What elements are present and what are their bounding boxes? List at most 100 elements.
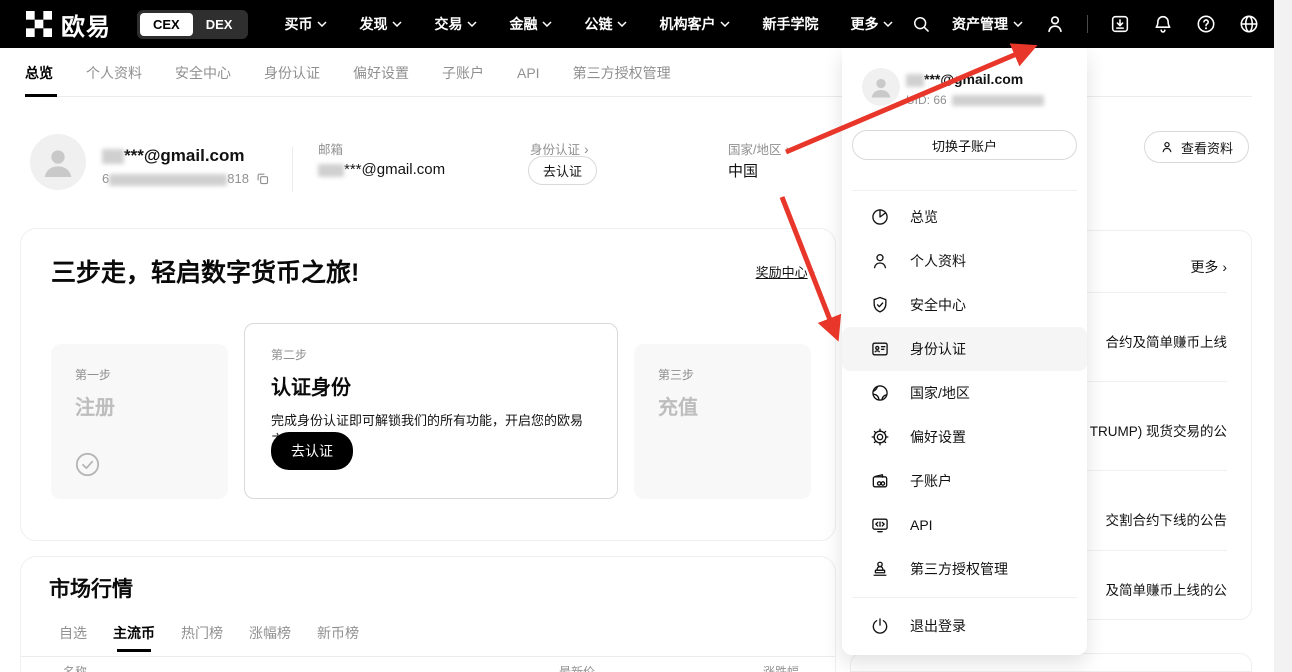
dropdown-avatar bbox=[862, 68, 900, 106]
avatar-person-icon bbox=[38, 142, 78, 182]
nav-buy-crypto[interactable]: 买币 bbox=[284, 14, 327, 34]
copy-icon[interactable] bbox=[255, 171, 270, 186]
help-icon[interactable] bbox=[1195, 13, 1217, 35]
menu-item-subaccounts[interactable]: 子账户 bbox=[842, 459, 1087, 503]
tab-identity-verification[interactable]: 身份认证 bbox=[264, 49, 320, 97]
menu-item-personal-info[interactable]: 个人资料 bbox=[842, 239, 1087, 283]
go-verify-button[interactable]: 去认证 bbox=[528, 156, 597, 185]
menu-item-preferences[interactable]: 偏好设置 bbox=[842, 415, 1087, 459]
tab-third-party[interactable]: 第三方授权管理 bbox=[573, 49, 671, 97]
menu-item-country-region[interactable]: 国家/地区 bbox=[842, 371, 1087, 415]
reward-center-link[interactable]: 奖励中心› bbox=[756, 262, 815, 281]
go-verify-cta-button[interactable]: 去认证 bbox=[271, 432, 353, 470]
gear-icon bbox=[870, 427, 890, 447]
tab-api[interactable]: API bbox=[517, 49, 540, 97]
account-dropdown-panel: ***@gmail.com UID: 66 切换子账户 总览 个人资料 安全中心… bbox=[842, 48, 1087, 655]
chevron-down-icon bbox=[317, 21, 327, 27]
menu-item-overview[interactable]: 总览 bbox=[842, 195, 1087, 239]
dropdown-uid: UID: 66 bbox=[906, 93, 1044, 107]
person-icon bbox=[1160, 140, 1174, 154]
download-app-icon[interactable] bbox=[1109, 13, 1131, 35]
step-title: 充值 bbox=[658, 391, 787, 420]
market-tab-favorites[interactable]: 自选 bbox=[59, 623, 87, 643]
okx-logo[interactable]: 欧易 bbox=[26, 7, 111, 42]
step-card-verify: 第二步 认证身份 完成身份认证即可解锁我们的所有功能，开启您的欧易之旅。 去认证 bbox=[244, 323, 618, 499]
menu-item-security-center[interactable]: 安全中心 bbox=[842, 283, 1087, 327]
chevron-right-icon: › bbox=[1222, 259, 1227, 275]
market-tabs-divider bbox=[21, 656, 836, 657]
announcement-item[interactable]: 合约及简单赚币上线 bbox=[1106, 331, 1228, 351]
step-title: 注册 bbox=[75, 391, 204, 420]
tab-security-center[interactable]: 安全中心 bbox=[175, 49, 231, 97]
tab-subaccounts[interactable]: 子账户 bbox=[442, 49, 484, 97]
announcement-item[interactable]: 交割合约下线的公告 bbox=[1106, 509, 1228, 529]
nav-finance[interactable]: 金融 bbox=[509, 14, 552, 34]
dropdown-menu: 总览 个人资料 安全中心 身份认证 国家/地区 偏好设置 bbox=[842, 195, 1087, 591]
notifications-bell-icon[interactable] bbox=[1152, 13, 1174, 35]
column-header-change: 涨跌幅 bbox=[763, 663, 799, 672]
chevron-down-icon bbox=[883, 21, 893, 27]
nav-discover[interactable]: 发现 bbox=[359, 14, 402, 34]
market-tab-gainers[interactable]: 涨幅榜 bbox=[249, 623, 291, 643]
shield-check-icon bbox=[870, 295, 890, 315]
tab-preferences[interactable]: 偏好设置 bbox=[353, 49, 409, 97]
market-card: 市场行情 自选 主流币 热门榜 涨幅榜 新币榜 名称 最新价 涨跌幅 bbox=[20, 556, 836, 672]
toggle-dex[interactable]: DEX bbox=[193, 13, 246, 36]
nav-institutional[interactable]: 机构客户 bbox=[659, 14, 730, 34]
nav-trade[interactable]: 交易 bbox=[434, 14, 477, 34]
market-tab-new[interactable]: 新币榜 bbox=[317, 623, 359, 643]
chevron-down-icon bbox=[617, 21, 627, 27]
logo-text: 欧易 bbox=[61, 7, 111, 42]
power-icon bbox=[870, 616, 890, 636]
account-person-icon[interactable] bbox=[1044, 13, 1066, 35]
step-number: 第二步 bbox=[271, 346, 591, 363]
banner-title: 三步走，轻启数字货币之旅! bbox=[51, 253, 359, 289]
profile-uid: 6818 bbox=[102, 171, 270, 186]
onboarding-banner-card: 三步走，轻启数字货币之旅! 奖励中心› 第一步 注册 第二步 认证身份 完成身份… bbox=[20, 228, 836, 541]
nav-more[interactable]: 更多 bbox=[850, 14, 893, 34]
okx-logo-icon bbox=[26, 11, 52, 37]
switch-subaccount-button[interactable]: 切换子账户 bbox=[852, 130, 1077, 160]
step-title: 认证身份 bbox=[271, 371, 591, 400]
assets-management-menu[interactable]: 资产管理 bbox=[952, 14, 1023, 34]
tab-personal-info[interactable]: 个人资料 bbox=[86, 49, 142, 97]
redacted-text bbox=[906, 74, 924, 87]
menu-item-third-party-auth[interactable]: 第三方授权管理 bbox=[842, 547, 1087, 591]
view-profile-button[interactable]: 查看资料 bbox=[1144, 131, 1249, 163]
chevron-down-icon bbox=[542, 21, 552, 27]
column-header-last-price: 最新价 bbox=[559, 663, 595, 672]
scrollbar-track[interactable] bbox=[1274, 0, 1292, 672]
step-card-deposit: 第三步 充值 bbox=[634, 344, 811, 499]
profile-vertical-divider bbox=[292, 147, 293, 192]
avatar-person-icon bbox=[867, 73, 895, 101]
chevron-right-icon: › bbox=[584, 141, 589, 157]
search-icon[interactable] bbox=[911, 14, 931, 34]
globe-icon bbox=[870, 383, 890, 403]
chevron-down-icon bbox=[467, 21, 477, 27]
cex-dex-toggle: CEX DEX bbox=[137, 10, 248, 39]
id-card-icon bbox=[870, 339, 890, 359]
redacted-text bbox=[102, 149, 124, 164]
toggle-cex[interactable]: CEX bbox=[140, 13, 193, 36]
step-number: 第一步 bbox=[75, 366, 204, 383]
announcement-item[interactable]: TRUMP) 现货交易的公 bbox=[1090, 420, 1227, 440]
menu-item-api[interactable]: API bbox=[842, 503, 1087, 547]
announcements-more-link[interactable]: 更多 › bbox=[1190, 257, 1227, 277]
menu-item-logout[interactable]: 退出登录 bbox=[842, 604, 1087, 648]
email-column-value: ***@gmail.com bbox=[318, 161, 445, 178]
country-column-value: 中国 bbox=[728, 160, 758, 181]
chevron-right-icon: › bbox=[811, 264, 815, 279]
market-tab-mainstream[interactable]: 主流币 bbox=[113, 623, 155, 643]
announcement-item[interactable]: 及简单赚币上线的公 bbox=[1106, 579, 1228, 599]
country-column-label[interactable]: 国家/地区› bbox=[728, 139, 790, 158]
pie-chart-icon bbox=[870, 207, 890, 227]
nav-chains[interactable]: 公链 bbox=[584, 14, 627, 34]
nav-academy[interactable]: 新手学院 bbox=[762, 14, 818, 34]
chevron-down-icon bbox=[720, 21, 730, 27]
market-tab-hot[interactable]: 热门榜 bbox=[181, 623, 223, 643]
tab-overview[interactable]: 总览 bbox=[25, 49, 53, 97]
menu-item-identity-verification[interactable]: 身份认证 bbox=[842, 327, 1087, 371]
market-title: 市场行情 bbox=[49, 573, 133, 603]
email-column-label: 邮箱 bbox=[318, 139, 343, 158]
language-globe-icon[interactable] bbox=[1238, 13, 1260, 35]
